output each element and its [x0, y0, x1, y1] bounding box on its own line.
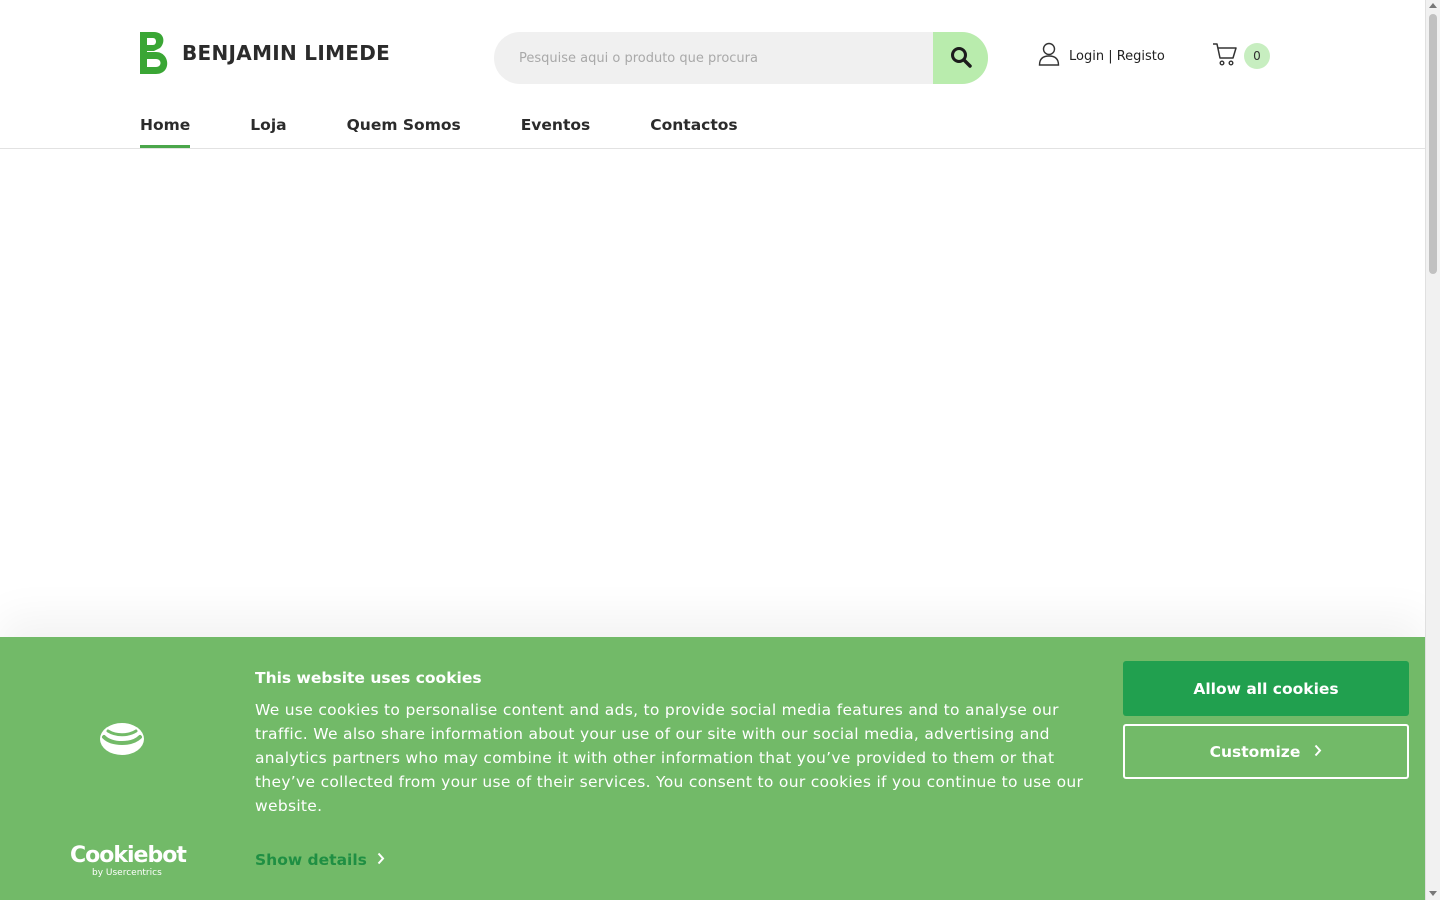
login-register-link[interactable]: Login | Registo — [1038, 42, 1165, 70]
search-icon — [950, 46, 972, 71]
page: BENJAMIN LIMEDE Login | Registo — [0, 0, 1425, 900]
show-details-label: Show details — [255, 851, 367, 869]
user-icon — [1038, 42, 1060, 70]
cookiebot-brand-by: by Usercentrics — [92, 868, 162, 878]
nav-item-eventos[interactable]: Eventos — [521, 114, 591, 148]
nav-item-quem-somos[interactable]: Quem Somos — [347, 114, 461, 148]
cookie-icon — [98, 721, 146, 761]
cookie-body-text: We use cookies to personalise content an… — [255, 701, 1084, 815]
search-button[interactable] — [933, 32, 988, 84]
logo-b-icon — [140, 32, 172, 74]
cart-button[interactable]: 0 — [1212, 41, 1270, 71]
scroll-up-arrow-icon[interactable] — [1429, 3, 1437, 8]
customize-button[interactable]: Customize — [1123, 724, 1409, 779]
cart-icon — [1212, 41, 1238, 71]
login-register-label: Login | Registo — [1069, 48, 1165, 64]
cookie-banner: Cookiebot by Usercentrics This website u… — [0, 637, 1425, 900]
brand-name: BENJAMIN LIMEDE — [182, 41, 391, 65]
page-scrollbar[interactable] — [1425, 0, 1440, 900]
cookiebot-brand-name: Cookiebot — [70, 843, 187, 868]
scroll-down-arrow-icon[interactable] — [1429, 891, 1437, 896]
allow-all-cookies-button[interactable]: Allow all cookies — [1123, 661, 1409, 716]
search-bar — [494, 32, 988, 84]
customize-label: Customize — [1209, 742, 1301, 761]
main-nav: Home Loja Quem Somos Eventos Contactos — [140, 114, 798, 148]
header-divider — [0, 148, 1425, 149]
scrollbar-thumb[interactable] — [1429, 14, 1437, 274]
brand-logo[interactable]: BENJAMIN LIMEDE — [140, 32, 390, 74]
search-input[interactable] — [494, 32, 933, 84]
chevron-right-icon — [377, 851, 385, 869]
chevron-right-icon — [1314, 743, 1322, 761]
nav-item-home[interactable]: Home — [140, 114, 191, 148]
show-details-link[interactable]: Show details — [255, 851, 385, 869]
cart-count-badge: 0 — [1244, 43, 1270, 69]
cookie-title: This website uses cookies — [255, 669, 482, 687]
cookiebot-logo[interactable]: Cookiebot by Usercentrics — [70, 843, 187, 879]
nav-item-contactos[interactable]: Contactos — [650, 114, 737, 148]
nav-item-loja[interactable]: Loja — [250, 114, 286, 148]
